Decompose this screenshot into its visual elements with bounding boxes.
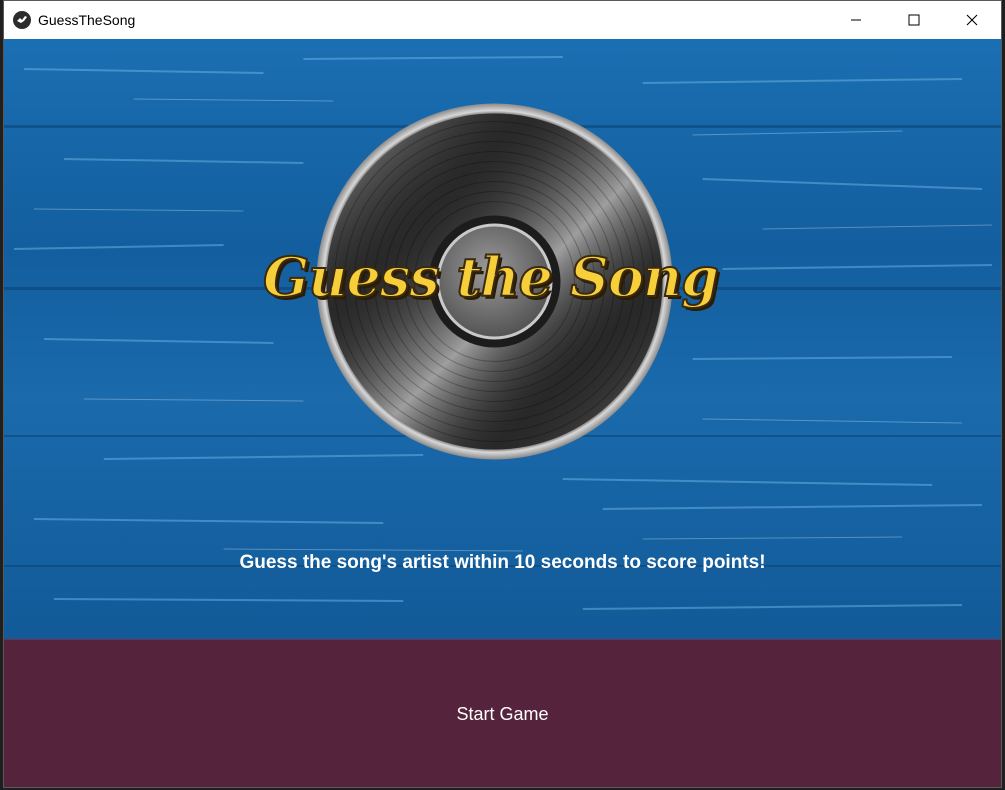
minimize-icon [851, 19, 861, 21]
game-logo-title: Guess the Song [262, 244, 720, 310]
window-title: GuessTheSong [38, 12, 136, 28]
main-screen: Guess the Song Guess the song's artist w… [4, 39, 1001, 639]
maximize-icon [908, 14, 920, 26]
app-bird-icon [13, 11, 31, 29]
app-window: GuessTheSong Guess the Song Guess the so… [3, 0, 1002, 788]
start-game-button[interactable]: Start Game [4, 639, 1001, 787]
instructions-text: Guess the song's artist within 10 second… [239, 552, 766, 573]
close-icon [966, 14, 978, 26]
maximize-button[interactable] [885, 1, 943, 39]
title-bar[interactable]: GuessTheSong [4, 1, 1001, 39]
window-controls [827, 1, 1001, 39]
minimize-button[interactable] [827, 1, 885, 39]
close-button[interactable] [943, 1, 1001, 39]
